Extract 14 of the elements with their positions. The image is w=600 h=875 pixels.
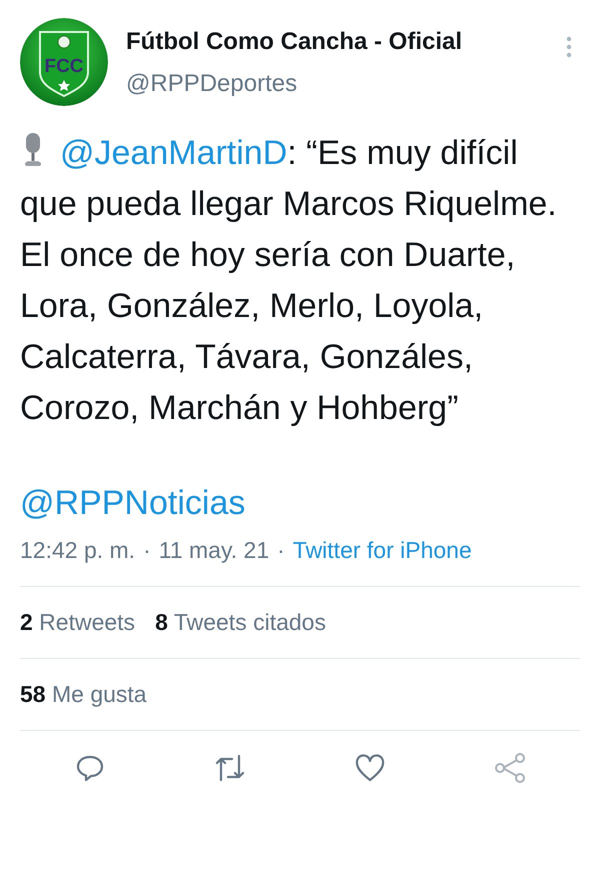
author-name[interactable]: Fútbol Como Cancha - Oficial xyxy=(126,28,566,56)
separator-dot: · xyxy=(277,537,285,564)
avatar-logo[interactable]: FCC xyxy=(20,18,108,106)
tweet-text: @JeanMartinD: “Es muy difícil que pueda llegar Marcos Riquelme. El once de hoy sería con Duarte, Lora, González, Merlo, Loyola, Calcaterra, Távara, Gonzáles, Corozo, Marchán y Hohberg” xyxy=(20,131,558,429)
tweet-time: 12:42 p. m. xyxy=(20,537,136,564)
mention-link[interactable]: @JeanMartinD xyxy=(60,134,288,172)
tweet-date: 11 may. 21 xyxy=(158,537,270,564)
source-link[interactable]: Twitter for iPhone xyxy=(292,537,472,564)
stat-link[interactable]: 2 Retweets xyxy=(20,609,136,636)
mention-link[interactable]: @RPPNoticias xyxy=(20,484,246,523)
likes-link[interactable]: 58 Me gusta xyxy=(20,681,147,708)
author-handle[interactable]: @RPPDeportes xyxy=(126,70,566,98)
separator-dot: · xyxy=(143,537,151,564)
stat-link[interactable]: 8 Tweets citados xyxy=(155,609,326,636)
